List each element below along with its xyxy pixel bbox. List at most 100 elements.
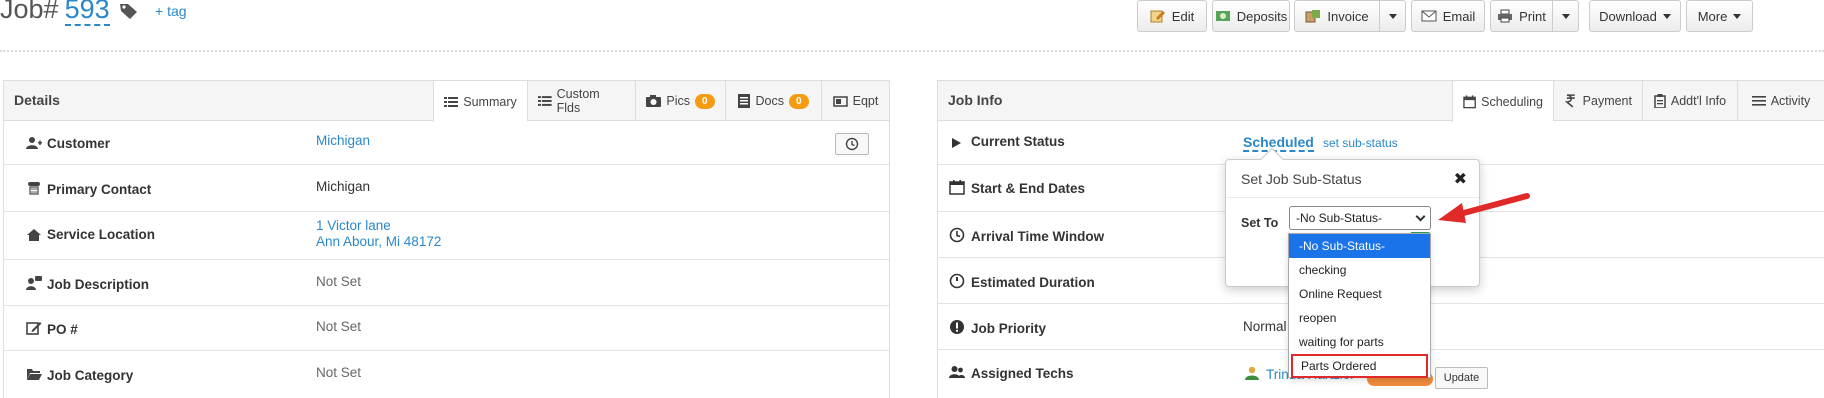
- customer-link[interactable]: Michigan: [316, 133, 370, 148]
- tab-addtl-info[interactable]: Addt'l Info: [1642, 81, 1737, 121]
- priority-label: Job Priority: [971, 321, 1047, 336]
- history-button[interactable]: [835, 133, 869, 155]
- home-icon: [27, 229, 41, 241]
- calendar-icon: [949, 180, 965, 195]
- email-button[interactable]: Email: [1411, 0, 1485, 32]
- update-button[interactable]: Update: [1435, 367, 1488, 389]
- set-sub-status-link[interactable]: set sub-status: [1323, 136, 1398, 150]
- menu-lines-icon: [1751, 96, 1766, 106]
- close-icon[interactable]: ✖: [1454, 169, 1467, 189]
- arrival-label: Arrival Time Window: [971, 229, 1105, 244]
- timer-icon: [949, 273, 965, 289]
- deposits-label: Deposits: [1236, 8, 1288, 24]
- option-reopen[interactable]: reopen: [1289, 306, 1430, 330]
- job-description-row: Job Description Not Set: [4, 260, 889, 306]
- sub-status-options: -No Sub-Status- checking Online Request …: [1288, 233, 1431, 378]
- triangle-right-icon[interactable]: [949, 135, 965, 151]
- tab-eqpt[interactable]: Eqpt: [821, 81, 889, 121]
- folder-open-icon: [27, 369, 42, 380]
- techs-label: Assigned Techs: [971, 366, 1074, 381]
- details-header: Details Summary Custom Flds Pics 0 Docs …: [4, 81, 889, 122]
- po-value: Not Set: [316, 319, 362, 334]
- primary-contact-label: Primary Contact: [47, 182, 152, 197]
- tab-scheduling[interactable]: Scheduling: [1452, 81, 1553, 122]
- edit-label: Edit: [1171, 8, 1195, 24]
- job-info-title: Job Info: [948, 92, 1003, 108]
- email-icon: [1421, 10, 1437, 22]
- add-tag-link[interactable]: + tag: [155, 3, 187, 19]
- clipboard-icon: [1654, 94, 1666, 108]
- po-label: PO #: [47, 322, 78, 337]
- option-online-request[interactable]: Online Request: [1289, 282, 1430, 306]
- chevron-down-icon: [1733, 13, 1742, 19]
- tab-docs-label: Docs: [755, 94, 784, 108]
- details-title: Details: [14, 92, 60, 108]
- job-number[interactable]: 593: [64, 0, 110, 26]
- tab-payment[interactable]: Payment: [1553, 81, 1642, 121]
- job-info-tabs: Scheduling Payment Addt'l Info Activity: [1452, 81, 1824, 122]
- service-address-line2[interactable]: Ann Abour, Mi 48172: [316, 234, 441, 249]
- camera-icon: [646, 95, 662, 107]
- po-row: PO # Not Set: [4, 306, 889, 351]
- tab-addtl-info-label: Addt'l Info: [1670, 94, 1727, 108]
- option-no-sub-status[interactable]: -No Sub-Status-: [1289, 234, 1430, 258]
- clock-icon: [949, 227, 965, 243]
- chevron-down-icon: [1561, 13, 1570, 19]
- dates-label: Start & End Dates: [971, 181, 1086, 196]
- docs-count-badge: 0: [788, 93, 809, 109]
- tab-pics-label: Pics: [666, 94, 691, 108]
- exclamation-circle-icon: [950, 320, 964, 334]
- equipment-icon: [832, 96, 848, 107]
- invoice-icon: [1305, 10, 1321, 23]
- invoice-dropdown-button[interactable]: [1379, 0, 1406, 32]
- job-title: Job# 593: [0, 0, 110, 34]
- tab-pics[interactable]: Pics 0: [635, 81, 725, 121]
- service-location-label: Service Location: [47, 227, 156, 242]
- tab-custom-flds[interactable]: Custom Flds: [527, 81, 635, 121]
- money-icon: [1215, 11, 1230, 21]
- option-parts-ordered[interactable]: Parts Ordered: [1291, 354, 1428, 378]
- invoice-button[interactable]: Invoice: [1294, 0, 1380, 32]
- job-description-value: Not Set: [316, 274, 362, 289]
- job-info-header: Job Info Scheduling Payment Addt'l Info …: [938, 81, 1824, 122]
- tab-eqpt-label: Eqpt: [852, 94, 879, 108]
- toolbar: Edit Deposits Invoice Email Print Downlo…: [1124, 0, 1824, 32]
- chevron-down-icon: [1388, 13, 1397, 19]
- print-dropdown-button[interactable]: [1552, 0, 1579, 32]
- service-address-line1[interactable]: 1 Victor lane: [316, 218, 391, 233]
- edit-icon: [1150, 10, 1165, 23]
- option-waiting-for-parts[interactable]: waiting for parts: [1289, 330, 1430, 354]
- details-tabs: Summary Custom Flds Pics 0 Docs 0 Eqpt: [433, 81, 889, 122]
- primary-contact-value: Michigan: [316, 179, 371, 194]
- more-label: More: [1697, 8, 1728, 24]
- current-status-label: Current Status: [971, 134, 1065, 149]
- calendar-icon: [1463, 94, 1476, 108]
- phone-icon: [28, 182, 40, 195]
- deposits-button[interactable]: Deposits: [1212, 0, 1290, 32]
- tab-summary[interactable]: Summary: [433, 81, 527, 122]
- chevron-down-icon: [1662, 13, 1671, 19]
- list-icon: [444, 96, 459, 107]
- printer-icon: [1498, 9, 1513, 23]
- print-button[interactable]: Print: [1490, 0, 1553, 32]
- technician-icon: [1245, 366, 1259, 380]
- tab-activity[interactable]: Activity: [1737, 81, 1824, 121]
- tab-docs[interactable]: Docs 0: [725, 81, 821, 121]
- more-button[interactable]: More: [1686, 0, 1753, 32]
- tab-scheduling-label: Scheduling: [1481, 94, 1543, 109]
- edit-button[interactable]: Edit: [1137, 0, 1207, 32]
- tab-payment-label: Payment: [1582, 94, 1632, 108]
- download-button[interactable]: Download: [1589, 0, 1681, 32]
- priority-value[interactable]: Normal: [1243, 319, 1287, 334]
- document-icon: [738, 94, 751, 108]
- sub-status-select[interactable]: -No Sub-Status-: [1289, 206, 1431, 230]
- option-checking[interactable]: checking: [1289, 258, 1430, 282]
- history-icon: [845, 137, 859, 151]
- email-label: Email: [1442, 8, 1476, 24]
- job-category-value: Not Set: [316, 365, 362, 380]
- users-icon: [949, 366, 965, 378]
- edit-square-icon: [26, 322, 42, 335]
- status-scheduled-link[interactable]: Scheduled: [1243, 134, 1314, 152]
- service-location-row: Service Location 1 Victor lane Ann Abour…: [4, 212, 889, 260]
- job-category-label: Job Category: [47, 368, 134, 383]
